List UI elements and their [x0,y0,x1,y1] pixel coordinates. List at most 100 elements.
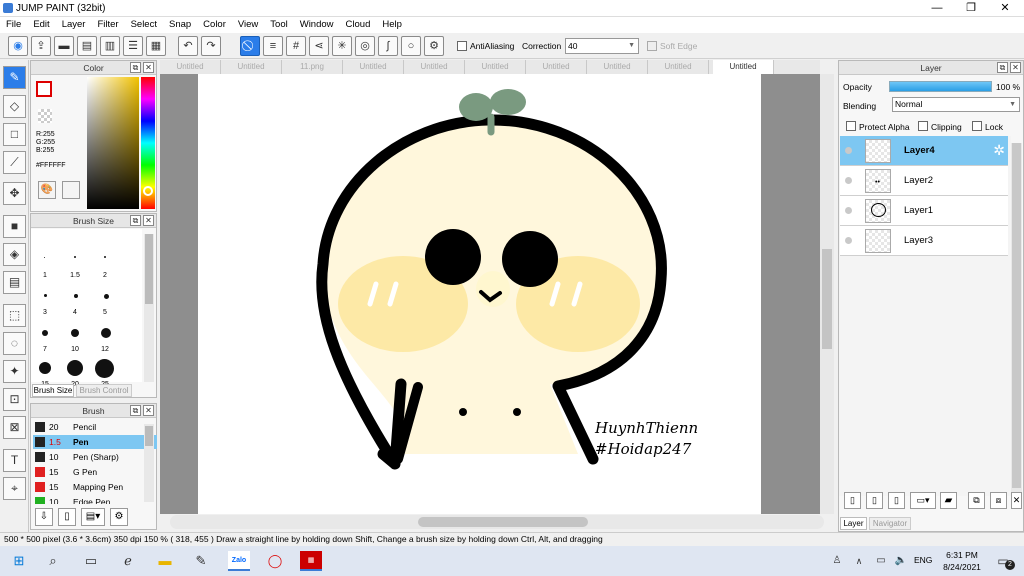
concentric-icon[interactable]: ◎ [355,36,375,56]
delete-layer-icon[interactable]: ✕ [1011,492,1022,509]
brush-item[interactable]: 20 Pencil [33,420,157,434]
undock-icon[interactable]: ⧉ [130,62,141,73]
export-icon[interactable]: ⇪ [31,36,51,56]
tab-document[interactable]: Untitled [343,60,404,74]
visibility-icon[interactable] [845,237,852,244]
close-icon[interactable]: ✕ [1010,62,1021,73]
settings-icon[interactable]: ⚙ [424,36,444,56]
scrollbar[interactable] [144,234,154,382]
close-icon[interactable]: ✕ [143,405,154,416]
tab-document[interactable]: Untitled [465,60,526,74]
size-dot[interactable] [74,256,76,258]
saturation-value-picker[interactable] [87,77,139,209]
fill-rect-tool-icon[interactable]: ■ [3,215,26,238]
visibility-icon[interactable] [845,207,852,214]
visibility-icon[interactable] [845,177,852,184]
chat-icon[interactable]: ▤ [77,36,97,56]
parallel-lines-icon[interactable]: ≡ [263,36,283,56]
drawing-canvas[interactable]: HuynhThienn #Hoidap247 [198,74,761,514]
clock-time[interactable]: 6:31 PM [944,550,980,560]
menu-edit[interactable]: Edit [27,17,55,33]
correction-select[interactable]: 40 ▼ [565,38,639,54]
tab-document-active[interactable]: Untitled [713,60,774,74]
copy-brush-icon[interactable]: ▤▾ [81,508,105,526]
layer-row[interactable]: Layer1 [840,196,1008,226]
pen-tool-icon[interactable]: ✎ [3,66,26,89]
layer-row-selected[interactable]: Layer4 ✲ [840,136,1008,166]
layer-settings-icon[interactable]: ✲ [993,142,1005,159]
undock-icon[interactable]: ⧉ [130,405,141,416]
blending-select[interactable]: Normal ▼ [892,97,1020,112]
layer-row[interactable]: Layer3 [840,226,1008,256]
cloud-icon[interactable]: ◉ [8,36,28,56]
visibility-icon[interactable] [845,147,852,154]
menu-snap[interactable]: Snap [163,17,197,33]
size-dot[interactable] [39,362,51,374]
move-tool-icon[interactable]: ✥ [3,182,26,205]
redo-icon[interactable]: ↷ [201,36,221,56]
size-dot[interactable] [101,328,111,338]
size-dot[interactable] [74,294,78,298]
scrollbar[interactable] [144,424,154,502]
antialias-checkbox[interactable] [457,41,467,51]
menu-file[interactable]: File [0,17,27,33]
volume-icon[interactable]: 🔈 [890,551,912,571]
magic-wand-icon[interactable]: ✦ [3,360,26,383]
crosshatch-icon[interactable]: # [286,36,306,56]
vertical-scrollbar[interactable] [820,74,834,514]
folder-icon[interactable]: ▰ [940,492,957,509]
menu-window[interactable]: Window [294,17,340,33]
cloud-download-icon[interactable]: ⇩ [35,508,53,526]
edge-browser-icon[interactable]: ℯ [117,551,139,571]
page-icon[interactable]: ▥ [100,36,120,56]
undock-icon[interactable]: ⧉ [130,215,141,226]
comment-icon[interactable]: ▬ [54,36,74,56]
size-dot[interactable] [42,330,48,336]
size-dot[interactable] [71,329,79,337]
horizontal-scrollbar[interactable] [170,515,824,529]
tab-document[interactable]: Untitled [526,60,587,74]
merge-layer-icon[interactable]: ⧈ [990,492,1007,509]
task-view-icon[interactable]: ▭ [80,551,102,571]
menu-view[interactable]: View [232,17,264,33]
bucket-tool-icon[interactable]: ◈ [3,243,26,266]
grid-icon[interactable]: ▦ [146,36,166,56]
layer-type-dropdown[interactable]: ▭▾ [910,492,936,509]
duplicate-layer-icon[interactable]: ⧉ [968,492,985,509]
tab-document[interactable]: 11.png [282,60,343,74]
new-layer-8bit-icon[interactable]: ▯ [866,492,883,509]
brush-item[interactable]: 10 Edge Pen [33,495,157,504]
vanishing-point-icon[interactable]: ⋖ [309,36,329,56]
size-dot[interactable] [104,294,109,299]
brush-item-selected[interactable]: 1.5Pen✲ [33,435,157,449]
palette-icon[interactable]: 🎨 [38,181,56,199]
network-icon[interactable]: ▭ [870,551,892,571]
tab-brush-control[interactable]: Brush Control [76,384,132,397]
paint-app-icon[interactable]: ✎ [190,551,212,571]
radial-icon[interactable]: ✳ [332,36,352,56]
zalo-icon[interactable]: Zalo [228,551,250,571]
menu-tool[interactable]: Tool [264,17,293,33]
transparent-swatch[interactable] [38,109,52,123]
tab-document[interactable]: Untitled [648,60,709,74]
foreground-color-swatch[interactable] [36,81,52,97]
minimize-button[interactable]: — [920,0,954,17]
list-icon[interactable]: ☰ [123,36,143,56]
brush-item[interactable]: 15 Mapping Pen [33,480,157,494]
select-eraser-icon[interactable]: ⊠ [3,416,26,439]
new-brush-icon[interactable]: ▯ [58,508,76,526]
select-rect-icon[interactable]: ⬚ [3,304,26,327]
size-dot[interactable] [44,294,47,297]
new-layer-icon[interactable]: ▯ [844,492,861,509]
rectangle-tool-icon[interactable]: □ [3,123,26,146]
tab-document[interactable]: Untitled [587,60,648,74]
undo-icon[interactable]: ↶ [178,36,198,56]
curve-icon[interactable]: ∫ [378,36,398,56]
search-icon[interactable]: ⌕ [42,551,64,571]
text-tool-icon[interactable]: T [3,449,26,472]
line-tool-icon[interactable]: ⟋ [3,151,26,174]
hue-slider-handle[interactable] [143,186,153,196]
select-pen-icon[interactable]: ⊡ [3,388,26,411]
file-explorer-icon[interactable]: ▬ [154,551,176,571]
close-button[interactable]: ✕ [988,0,1022,17]
